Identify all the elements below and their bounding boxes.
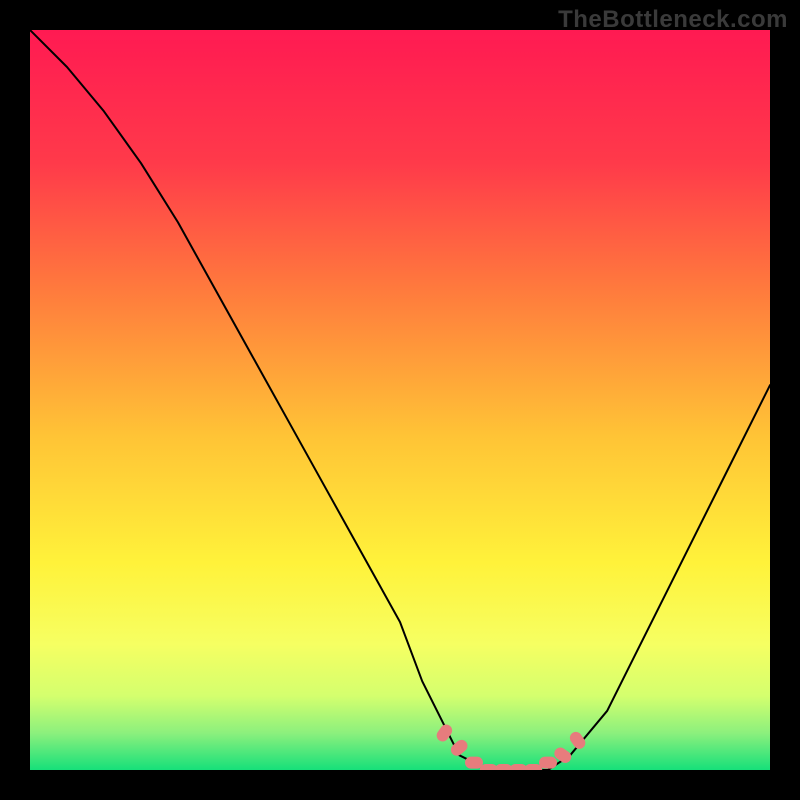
plot-area — [30, 30, 770, 770]
watermark-text: TheBottleneck.com — [558, 6, 788, 34]
chart-stage: TheBottleneck.com — [0, 0, 800, 800]
trough-markers — [30, 30, 770, 770]
